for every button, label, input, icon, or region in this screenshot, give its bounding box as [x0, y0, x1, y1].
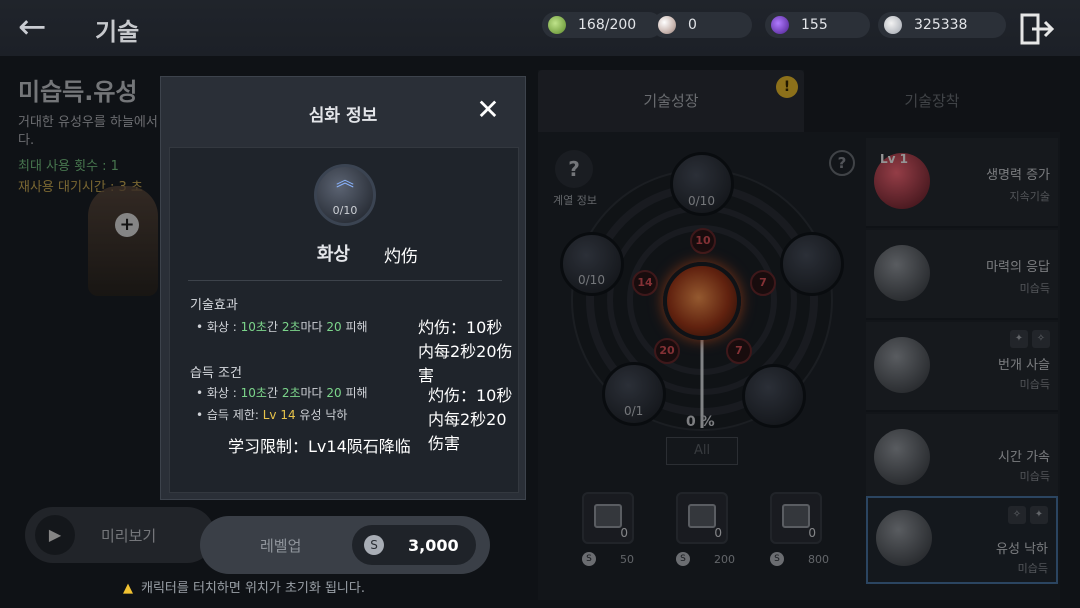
condition-duration: 10초 [240, 386, 267, 400]
condition-text: 유성 낙하 [295, 408, 348, 422]
stamina-value: 168/200 [578, 17, 637, 33]
silver-coin-icon: S [364, 535, 384, 555]
effect-header: 기술효과 [190, 298, 238, 313]
condition-text: • 화상 : [196, 386, 241, 400]
condition-translation: 灼伤：10秒内每2秒20伤害 [428, 386, 513, 453]
effect-text: 마다 [300, 320, 327, 334]
perk-name: 화상 [316, 244, 350, 265]
silver-value: 325338 [914, 17, 968, 33]
effect-text: 피해 [341, 320, 368, 334]
reset-warning-text: 캐릭터를 터치하면 위치가 초기화 됩니다. [141, 581, 365, 596]
perk-count: 0/10 [332, 204, 358, 217]
condition-interval: 2초 [281, 386, 301, 400]
pearl-value: 0 [688, 17, 697, 33]
condition-damage: 20 [326, 386, 342, 400]
condition-line: • 습득 제한: Lv 14 유성 낙하 [196, 406, 347, 423]
condition-translation: 学习限制：Lv14陨石降临 [228, 437, 411, 456]
condition-text: 간 [266, 386, 282, 400]
silver-coin-icon [884, 16, 902, 34]
levelup-cost-value: 3,000 [408, 535, 459, 555]
condition-text: 마다 [300, 386, 327, 400]
pearl-icon [658, 16, 676, 34]
modal-body: ︽ 0/10 화상 灼伤 기술효과 • 화상 : 10초간 2초마다 20 피해… [169, 147, 519, 493]
page-title: 기술 [95, 18, 140, 46]
warning-icon: ▲ [123, 581, 133, 596]
effect-interval: 2초 [281, 320, 301, 334]
enhance-info-modal: 심화 정보 ✕ ︽ 0/10 화상 灼伤 기술효과 • 화상 : 10초간 2초… [160, 76, 526, 500]
effect-text: 간 [266, 320, 282, 334]
levelup-label: 레벨업 [260, 537, 302, 555]
condition-text: 피해 [341, 386, 368, 400]
stamina-icon [548, 16, 566, 34]
levelup-cost: S 3,000 [352, 525, 476, 565]
condition-line: • 화상 : 10초간 2초마다 20 피해 [196, 384, 368, 401]
effect-text: • 화상 : [196, 320, 241, 334]
close-icon[interactable]: ✕ [469, 91, 507, 129]
back-arrow-icon[interactable]: ← [18, 8, 62, 46]
exit-door-icon[interactable] [1018, 12, 1058, 46]
reset-warning: ▲ 캐릭터를 터치하면 위치가 초기화 됩니다. [123, 577, 365, 596]
effect-translation: 灼伤：10秒内每2秒20伤害 [418, 318, 513, 385]
divider [188, 280, 502, 281]
effect-line: • 화상 : 10초간 2초마다 20 피해 [196, 318, 368, 335]
perk-name-translation: 灼伤 [384, 247, 418, 267]
pearl-resource: 0 [652, 12, 752, 38]
stamina-resource: 168/200 [542, 12, 662, 38]
silver-resource: 325338 [878, 12, 1006, 38]
gem-value: 155 [801, 17, 828, 33]
perk-icon: ︽ 0/10 [314, 164, 376, 226]
levelup-button[interactable]: 레벨업 S 3,000 [200, 516, 490, 574]
purple-gem-icon [771, 16, 789, 34]
effect-duration: 10초 [240, 320, 267, 334]
effect-damage: 20 [326, 320, 342, 334]
condition-header: 습득 조건 [190, 366, 242, 381]
condition-text: • 습득 제한: [196, 408, 263, 422]
condition-level: Lv 14 [262, 408, 296, 422]
double-chevron-up-icon: ︽ [336, 170, 354, 191]
gem-resource: 155 [765, 12, 870, 38]
